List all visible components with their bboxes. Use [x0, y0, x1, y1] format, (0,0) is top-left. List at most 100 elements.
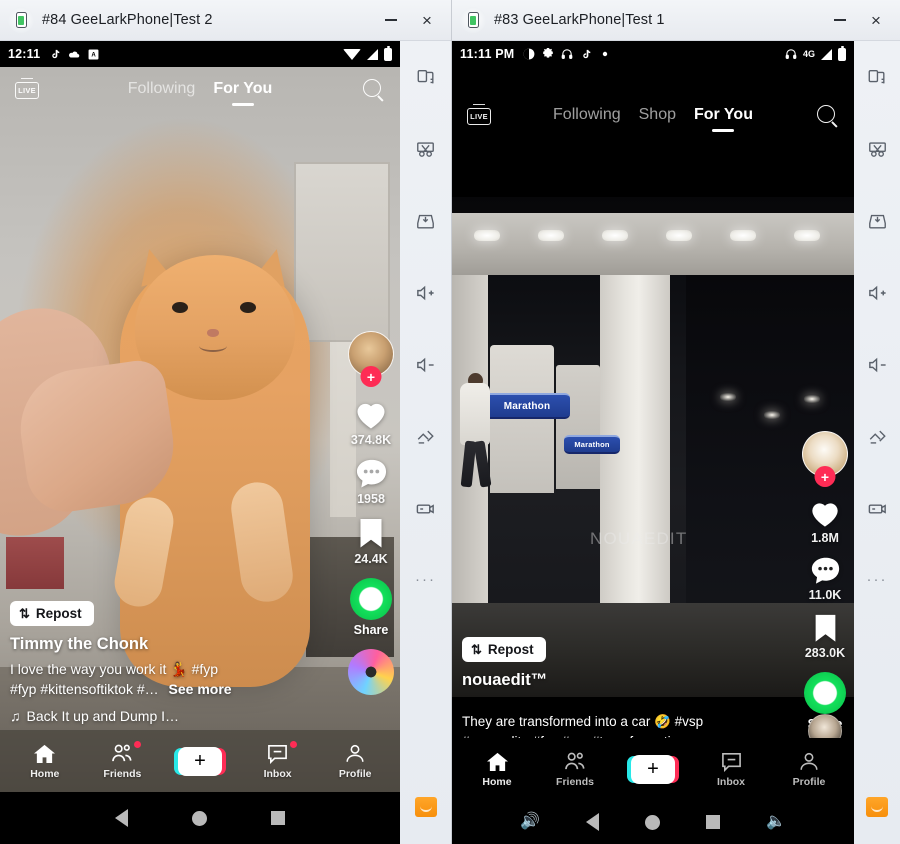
comment-button[interactable]: 11.0K — [809, 555, 842, 602]
plus-icon[interactable]: + — [177, 746, 222, 776]
battery-icon — [838, 45, 846, 61]
repost-button[interactable]: ⇅ Repost — [462, 637, 546, 662]
install-apk-icon[interactable] — [857, 201, 897, 241]
tab-create[interactable]: + — [168, 746, 232, 776]
install-apk-icon[interactable] — [406, 201, 446, 241]
app-icon-status: A — [87, 48, 99, 60]
record-icon — [523, 48, 535, 60]
tab-for-you[interactable]: For You — [694, 106, 753, 127]
close-button[interactable]: × — [858, 5, 894, 35]
headphones-icon — [561, 48, 573, 60]
status-left-icons — [523, 48, 785, 60]
caption-block-84: ⇅ Repost Timmy the Chonk I love the way … — [10, 601, 310, 724]
live-icon[interactable]: LIVE — [14, 78, 40, 102]
tab-inbox-label: Inbox — [717, 775, 745, 788]
status-right-icons — [343, 45, 392, 61]
screenshot-crop-icon[interactable] — [406, 129, 446, 169]
search-icon[interactable] — [814, 103, 840, 129]
follow-button[interactable]: + — [360, 366, 382, 387]
tab-following[interactable]: Following — [128, 80, 196, 101]
shake-icon[interactable] — [857, 417, 897, 457]
caption-author[interactable]: Timmy the Chonk — [10, 635, 310, 654]
window-84: #84 GeeLarkPhone|Test 2 × 12:11 A LIVE F… — [0, 0, 452, 844]
home-circle-icon[interactable] — [192, 810, 207, 826]
action-rail-84: + 374.8K 1958 24.4K Share — [348, 331, 394, 695]
live-icon[interactable]: LIVE — [466, 104, 492, 128]
minimize-button[interactable] — [822, 5, 858, 35]
minimize-button[interactable] — [373, 5, 409, 35]
search-icon[interactable] — [360, 77, 386, 103]
bookmark-button[interactable]: 283.0K — [805, 612, 845, 660]
tabbar-83: Home Friends + Inbox Profile — [452, 738, 854, 800]
tab-following[interactable]: Following — [553, 106, 621, 127]
music-title: Back It up and Dump I… — [26, 708, 180, 724]
tab-inbox[interactable]: Inbox — [246, 740, 310, 780]
volume-down-icon[interactable] — [406, 345, 446, 385]
plus-icon[interactable]: + — [631, 754, 675, 784]
bookmark-count: 283.0K — [804, 646, 846, 660]
collapse-toolbar-icon[interactable] — [414, 797, 437, 817]
see-more-link[interactable]: See more — [169, 681, 232, 697]
music-disc-icon[interactable] — [348, 649, 394, 695]
tab-inbox[interactable]: Inbox — [699, 751, 763, 788]
copy-clipboard-icon[interactable] — [857, 57, 897, 97]
rotate-screen-icon[interactable] — [406, 489, 446, 529]
creator-avatar[interactable]: + — [802, 431, 848, 487]
window-controls: × — [822, 5, 894, 35]
collapse-toolbar-icon[interactable] — [866, 797, 888, 817]
network-type-label: 4G — [802, 49, 815, 59]
creator-avatar[interactable]: + — [348, 331, 394, 387]
like-count: 374.8K — [350, 433, 392, 447]
share-button[interactable] — [350, 578, 392, 620]
rotate-screen-icon[interactable] — [857, 489, 897, 529]
volume-down-icon[interactable]: 🔊 — [520, 814, 540, 830]
volume-up-icon[interactable] — [857, 273, 897, 313]
comment-button[interactable]: 1958 — [354, 457, 389, 506]
action-rail-83: + 1.8M 11.0K 283.0K Share — [802, 431, 848, 731]
tab-for-you[interactable]: For You — [213, 80, 272, 101]
screenshot-crop-icon[interactable] — [857, 129, 897, 169]
more-options-icon[interactable]: ··· — [857, 561, 897, 601]
tab-friends[interactable]: Friends — [90, 740, 154, 780]
tab-shop[interactable]: Shop — [639, 106, 676, 127]
bookmark-button[interactable]: 24.4K — [354, 516, 388, 566]
tab-home[interactable]: Home — [465, 751, 529, 788]
caption-author[interactable]: nouaedit™ — [462, 671, 712, 690]
tab-create[interactable]: + — [621, 754, 685, 784]
back-icon[interactable] — [586, 813, 599, 831]
friends-badge — [134, 740, 142, 748]
caption-line-2: #fyp #kittensoftiktok #… — [10, 681, 159, 698]
android-navbar-83: 🔊 🔈 — [452, 800, 854, 844]
device-toolbar-84: ··· — [400, 41, 451, 844]
volume-down-icon[interactable] — [857, 345, 897, 385]
window-83: #83 GeeLarkPhone|Test 1 × Marathon Marat… — [452, 0, 900, 844]
titlebar-83[interactable]: #83 GeeLarkPhone|Test 1 × — [452, 0, 900, 41]
phone-screen-83[interactable]: Marathon Marathon NOUAEDIT 11:11 PM 4G L… — [452, 41, 854, 844]
phone-screen-84[interactable]: 12:11 A LIVE Following For You + 374.8K … — [0, 41, 400, 844]
share-button[interactable] — [804, 672, 846, 714]
tab-profile-label: Profile — [338, 767, 372, 780]
caption-music[interactable]: ♫ Back It up and Dump I… — [10, 708, 310, 724]
tab-friends[interactable]: Friends — [543, 751, 607, 788]
copy-clipboard-icon[interactable] — [406, 57, 446, 97]
tab-home-label: Home — [30, 767, 60, 780]
like-button[interactable]: 374.8K — [351, 397, 391, 447]
home-circle-icon[interactable] — [645, 814, 660, 830]
repost-button[interactable]: ⇅ Repost — [10, 601, 94, 627]
back-icon[interactable] — [115, 809, 128, 827]
titlebar-84[interactable]: #84 GeeLarkPhone|Test 2 × — [0, 0, 451, 41]
more-options-icon[interactable]: ··· — [406, 561, 446, 601]
tab-profile[interactable]: Profile — [323, 743, 387, 780]
caption-line-1: They are transformed into a car 🤣 #vsp — [462, 713, 704, 729]
recents-icon[interactable] — [706, 815, 720, 829]
recents-icon[interactable] — [271, 811, 285, 825]
volume-up-icon[interactable] — [406, 273, 446, 313]
tab-home[interactable]: Home — [13, 743, 77, 780]
shake-icon[interactable] — [406, 417, 446, 457]
tab-profile[interactable]: Profile — [777, 751, 841, 788]
close-button[interactable]: × — [409, 5, 445, 35]
signal-icon — [821, 48, 832, 60]
like-button[interactable]: 1.8M — [808, 497, 842, 545]
volume-up-icon[interactable]: 🔈 — [766, 814, 786, 830]
follow-button[interactable]: + — [814, 466, 836, 487]
